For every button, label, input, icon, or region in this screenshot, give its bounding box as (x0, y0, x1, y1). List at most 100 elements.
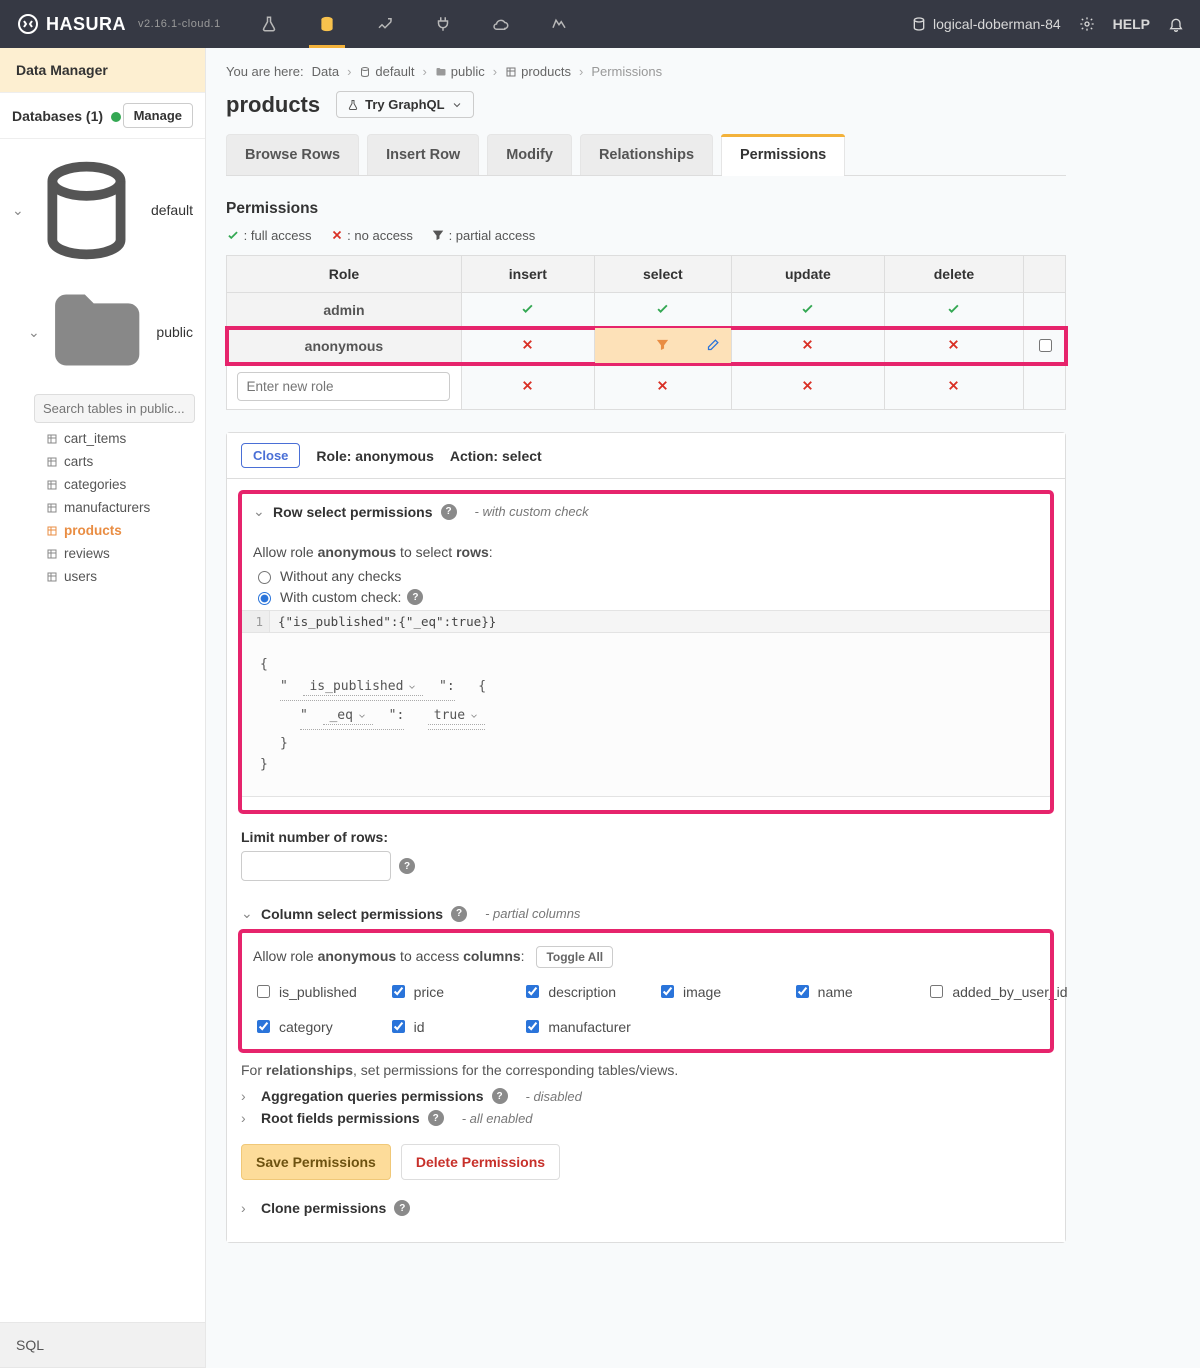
chevron-right-icon[interactable]: › (241, 1088, 253, 1104)
sidebar-table-reviews[interactable]: reviews (0, 542, 205, 565)
help-icon[interactable]: ? (441, 504, 457, 520)
database-icon[interactable] (311, 0, 343, 48)
plug-icon[interactable] (427, 0, 459, 48)
actions-icon[interactable] (369, 0, 401, 48)
radio-without-checks[interactable]: Without any checks (253, 568, 1039, 584)
breadcrumb-data[interactable]: Data (312, 64, 339, 79)
column-description[interactable]: description (522, 982, 635, 1001)
limit-rows: Limit number of rows: ? (241, 829, 1051, 881)
row-permissions-box: ⌄ Row select permissions ? - with custom… (241, 493, 1051, 811)
sidebar-table-products[interactable]: products (0, 519, 205, 542)
help-link[interactable]: HELP (1113, 16, 1150, 32)
permissions-table: Roleinsertselectupdatedelete admin anony… (226, 255, 1066, 410)
select-permission-cell[interactable] (594, 328, 731, 364)
sql-link[interactable]: SQL (0, 1322, 205, 1368)
chevron-right-icon[interactable]: › (241, 1200, 253, 1216)
chevron-right-icon[interactable]: › (241, 1110, 253, 1126)
toggle-all-button[interactable]: Toggle All (536, 946, 613, 968)
table-row-anonymous: anonymous (227, 328, 1066, 364)
delete-role-checkbox[interactable] (1039, 339, 1052, 352)
sidebar-table-users[interactable]: users (0, 565, 205, 588)
sidebar-table-categories[interactable]: categories (0, 473, 205, 496)
brand-text: HASURA (46, 14, 126, 35)
bell-icon[interactable] (1168, 16, 1184, 32)
chevron-down-icon: ⌄ (12, 202, 22, 219)
sidebar-table-manufacturers[interactable]: manufacturers (0, 496, 205, 519)
save-permissions-button[interactable]: Save Permissions (241, 1144, 391, 1180)
column-manufacturer[interactable]: manufacturer (522, 1017, 635, 1036)
permissions-heading: Permissions (226, 200, 1066, 218)
sidebar-table-cart_items[interactable]: cart_items (0, 427, 205, 450)
logo: HASURA v2.16.1-cloud.1 (16, 12, 221, 36)
chevron-down-icon[interactable]: ⌄ (253, 503, 265, 520)
clone-permissions-heading[interactable]: Clone permissions (261, 1200, 386, 1216)
sidebar-table-carts[interactable]: carts (0, 450, 205, 473)
help-icon[interactable]: ? (399, 858, 415, 874)
help-icon[interactable]: ? (407, 589, 423, 605)
column-is_published[interactable]: is_published (253, 982, 366, 1001)
edit-icon[interactable] (706, 337, 721, 355)
filter-builder[interactable]: { " is_published ": { " _eq ": true } } (242, 633, 1050, 796)
manage-button[interactable]: Manage (123, 103, 193, 128)
column-category[interactable]: category (253, 1017, 366, 1036)
col-hint: - partial columns (485, 906, 580, 921)
check-icon (226, 228, 240, 242)
tab-insert-row[interactable]: Insert Row (367, 134, 479, 175)
filter-json[interactable]: {"is_published":{"_eq":true}} (270, 611, 504, 632)
close-button[interactable]: Close (241, 443, 300, 468)
help-icon[interactable]: ? (394, 1200, 410, 1216)
breadcrumb-default[interactable]: default (359, 64, 414, 79)
row-hint: - with custom check (475, 504, 589, 519)
chevron-down-icon[interactable]: ⌄ (241, 905, 253, 922)
x-icon (330, 228, 344, 242)
project-name: logical-doberman-84 (933, 16, 1061, 32)
help-icon[interactable]: ? (451, 906, 467, 922)
search-input[interactable] (34, 394, 195, 423)
col-delete: delete (884, 256, 1023, 293)
breadcrumb-products[interactable]: products (505, 64, 571, 79)
table-row-new (227, 364, 1066, 410)
topbar-right: logical-doberman-84 HELP (911, 16, 1184, 32)
column-id[interactable]: id (388, 1017, 501, 1036)
page-title: products (226, 92, 320, 118)
col-select: select (594, 256, 731, 293)
breadcrumb-public[interactable]: public (435, 64, 485, 79)
tabs: Browse RowsInsert RowModifyRelationships… (226, 134, 1066, 176)
filter-icon (655, 337, 670, 352)
col-update: update (731, 256, 884, 293)
breadcrumb-label: You are here: (226, 64, 304, 79)
relationships-note: For relationships, set permissions for t… (241, 1062, 1051, 1078)
column-price[interactable]: price (388, 982, 501, 1001)
panel-action: Action: select (450, 448, 542, 464)
column-name[interactable]: name (792, 982, 905, 1001)
tab-browse-rows[interactable]: Browse Rows (226, 134, 359, 175)
tab-relationships[interactable]: Relationships (580, 134, 713, 175)
panel-role: Role: anonymous (316, 448, 433, 464)
sidebar: Data Manager Databases (1) Manage ⌄ defa… (0, 48, 206, 1368)
help-icon[interactable]: ? (492, 1088, 508, 1104)
monitor-icon[interactable] (543, 0, 575, 48)
permission-editor-panel: Close Role: anonymous Action: select ⌄ R… (226, 432, 1066, 1243)
column-image[interactable]: image (657, 982, 770, 1001)
radio-custom-check[interactable]: With custom check: ? (253, 589, 1039, 605)
help-icon[interactable]: ? (428, 1110, 444, 1126)
delete-permissions-button[interactable]: Delete Permissions (401, 1144, 560, 1180)
flask-icon[interactable] (253, 0, 285, 48)
table-row-admin: admin (227, 293, 1066, 328)
tree-node-public[interactable]: ⌄ public (0, 274, 205, 390)
tab-permissions[interactable]: Permissions (721, 134, 845, 175)
cloud-icon[interactable] (485, 0, 517, 48)
status-dot-icon (111, 112, 121, 122)
new-role-input[interactable] (237, 372, 450, 401)
column-added_by_user_id[interactable]: added_by_user_id (926, 982, 1039, 1001)
tree-node-default[interactable]: ⌄ default (0, 147, 205, 274)
limit-input[interactable] (241, 851, 391, 881)
gear-icon[interactable] (1079, 16, 1095, 32)
agg-permissions-heading[interactable]: Aggregation queries permissions (261, 1088, 484, 1104)
project-selector[interactable]: logical-doberman-84 (911, 16, 1061, 32)
tab-modify[interactable]: Modify (487, 134, 572, 175)
column-permissions-heading: Column select permissions (261, 906, 443, 922)
limit-label: Limit number of rows: (241, 829, 1051, 845)
root-permissions-heading[interactable]: Root fields permissions (261, 1110, 420, 1126)
try-graphql-button[interactable]: Try GraphQL (336, 91, 473, 118)
